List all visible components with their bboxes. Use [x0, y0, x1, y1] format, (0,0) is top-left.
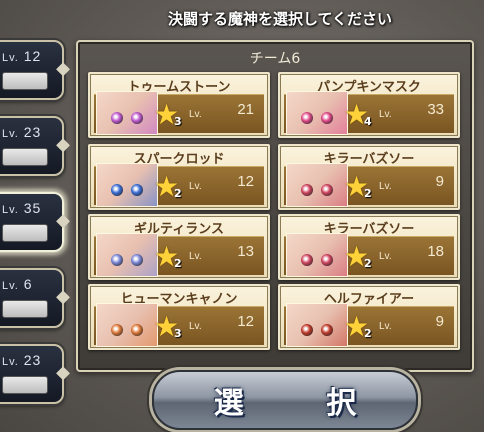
- level-label: Lv.: [189, 109, 202, 120]
- portrait-eye-icon: [301, 184, 313, 196]
- level-label: Lv.: [189, 321, 202, 332]
- unit-level: 12: [237, 173, 254, 190]
- level-label: Lv.: [189, 181, 202, 192]
- unit-rarity: 2: [174, 187, 182, 200]
- unit-card[interactable]: ヘルファイアー ★ 2 Lv. 9: [278, 284, 460, 350]
- team-list-item-selected[interactable]: Lv. 35 ◆: [0, 192, 70, 252]
- team-level: Lv. 12: [2, 48, 42, 64]
- level-label: Lv.: [379, 251, 392, 262]
- unit-rarity: 4: [364, 115, 372, 128]
- portrait-eye-icon: [321, 324, 333, 336]
- unit-rarity: 2: [364, 327, 372, 340]
- level-label: Lv.: [189, 251, 202, 262]
- unit-rarity: 2: [364, 257, 372, 270]
- unit-card[interactable]: トゥームストーン ★ 3 Lv. 21: [88, 72, 270, 138]
- team-level: Lv. 6: [2, 276, 33, 292]
- unit-portrait: [96, 303, 158, 347]
- unit-info-bar: ★ 3 Lv. 12: [94, 303, 264, 347]
- team-name-bar: [2, 376, 48, 394]
- portrait-eye-icon: [131, 254, 143, 266]
- unit-info-bar: ★ 2 Lv. 9: [284, 303, 454, 347]
- select-button[interactable]: 選 択: [152, 370, 418, 430]
- portrait-eye-icon: [131, 112, 143, 124]
- unit-portrait: [286, 303, 348, 347]
- unit-level: 18: [427, 243, 444, 260]
- unit-level: 9: [435, 173, 444, 190]
- portrait-eye-icon: [321, 112, 333, 124]
- unit-portrait: [286, 91, 348, 135]
- unit-portrait: [96, 91, 158, 135]
- unit-card[interactable]: キラーバズソー ★ 2 Lv. 18: [278, 214, 460, 280]
- portrait-eye-icon: [111, 112, 123, 124]
- portrait-eye-icon: [301, 324, 313, 336]
- portrait-eye-icon: [301, 112, 313, 124]
- unit-info-bar: ★ 2 Lv. 13: [94, 233, 264, 277]
- team-list-item[interactable]: Lv. 23 ◆: [0, 116, 70, 176]
- unit-portrait: [96, 233, 158, 277]
- team-list-item[interactable]: Lv. 23 ◆: [0, 344, 70, 404]
- portrait-eye-icon: [301, 254, 313, 266]
- frame-ornament-icon: ◆: [56, 362, 70, 383]
- level-label: Lv.: [379, 109, 392, 120]
- team-list: Lv. 12 ◆ Lv. 23 ◆ Lv. 35 ◆ Lv. 6 ◆ Lv. 2…: [0, 0, 70, 432]
- portrait-eye-icon: [321, 184, 333, 196]
- level-label: Lv.: [379, 181, 392, 192]
- team-name: チーム6: [249, 51, 301, 67]
- unit-rarity: 3: [174, 115, 182, 128]
- unit-card[interactable]: キラーバズソー ★ 2 Lv. 9: [278, 144, 460, 210]
- unit-portrait: [286, 233, 348, 277]
- unit-card[interactable]: パンプキンマスク ★ 4 Lv. 33: [278, 72, 460, 138]
- unit-card[interactable]: ヒューマンキャノン ★ 3 Lv. 12: [88, 284, 270, 350]
- portrait-eye-icon: [111, 254, 123, 266]
- frame-ornament-icon: ◆: [56, 210, 70, 231]
- unit-level: 9: [435, 313, 444, 330]
- unit-info-bar: ★ 2 Lv. 9: [284, 163, 454, 207]
- portrait-eye-icon: [111, 324, 123, 336]
- team-name-bar: [2, 300, 48, 318]
- portrait-eye-icon: [111, 184, 123, 196]
- unit-info-bar: ★ 3 Lv. 21: [94, 91, 264, 135]
- team-list-item[interactable]: Lv. 6 ◆: [0, 268, 70, 328]
- unit-portrait: [286, 163, 348, 207]
- team-name-bar: [2, 224, 48, 242]
- portrait-eye-icon: [131, 184, 143, 196]
- team-level: Lv. 35: [2, 200, 42, 216]
- team-list-item[interactable]: Lv. 12 ◆: [0, 40, 70, 100]
- level-label: Lv.: [379, 321, 392, 332]
- unit-portrait: [96, 163, 158, 207]
- instruction-heading: 決闘する魔神を選択してください: [167, 10, 393, 28]
- unit-card[interactable]: スパークロッド ★ 2 Lv. 12: [88, 144, 270, 210]
- select-button-label: 選 択: [213, 386, 393, 421]
- team-level: Lv. 23: [2, 124, 42, 140]
- unit-level: 21: [237, 101, 254, 118]
- team-level: Lv. 23: [2, 352, 42, 368]
- frame-ornament-icon: ◆: [56, 286, 70, 307]
- unit-info-bar: ★ 2 Lv. 12: [94, 163, 264, 207]
- unit-card[interactable]: ギルティランス ★ 2 Lv. 13: [88, 214, 270, 280]
- unit-level: 12: [237, 313, 254, 330]
- portrait-eye-icon: [131, 324, 143, 336]
- unit-rarity: 2: [174, 257, 182, 270]
- team-name-bar: [2, 72, 48, 90]
- frame-ornament-icon: ◆: [56, 58, 70, 79]
- unit-info-bar: ★ 2 Lv. 18: [284, 233, 454, 277]
- unit-info-bar: ★ 4 Lv. 33: [284, 91, 454, 135]
- frame-ornament-icon: ◆: [56, 134, 70, 155]
- unit-rarity: 2: [364, 187, 372, 200]
- unit-level: 33: [427, 101, 444, 118]
- team-name-bar: [2, 148, 48, 166]
- portrait-eye-icon: [321, 254, 333, 266]
- unit-level: 13: [237, 243, 254, 260]
- unit-rarity: 3: [174, 327, 182, 340]
